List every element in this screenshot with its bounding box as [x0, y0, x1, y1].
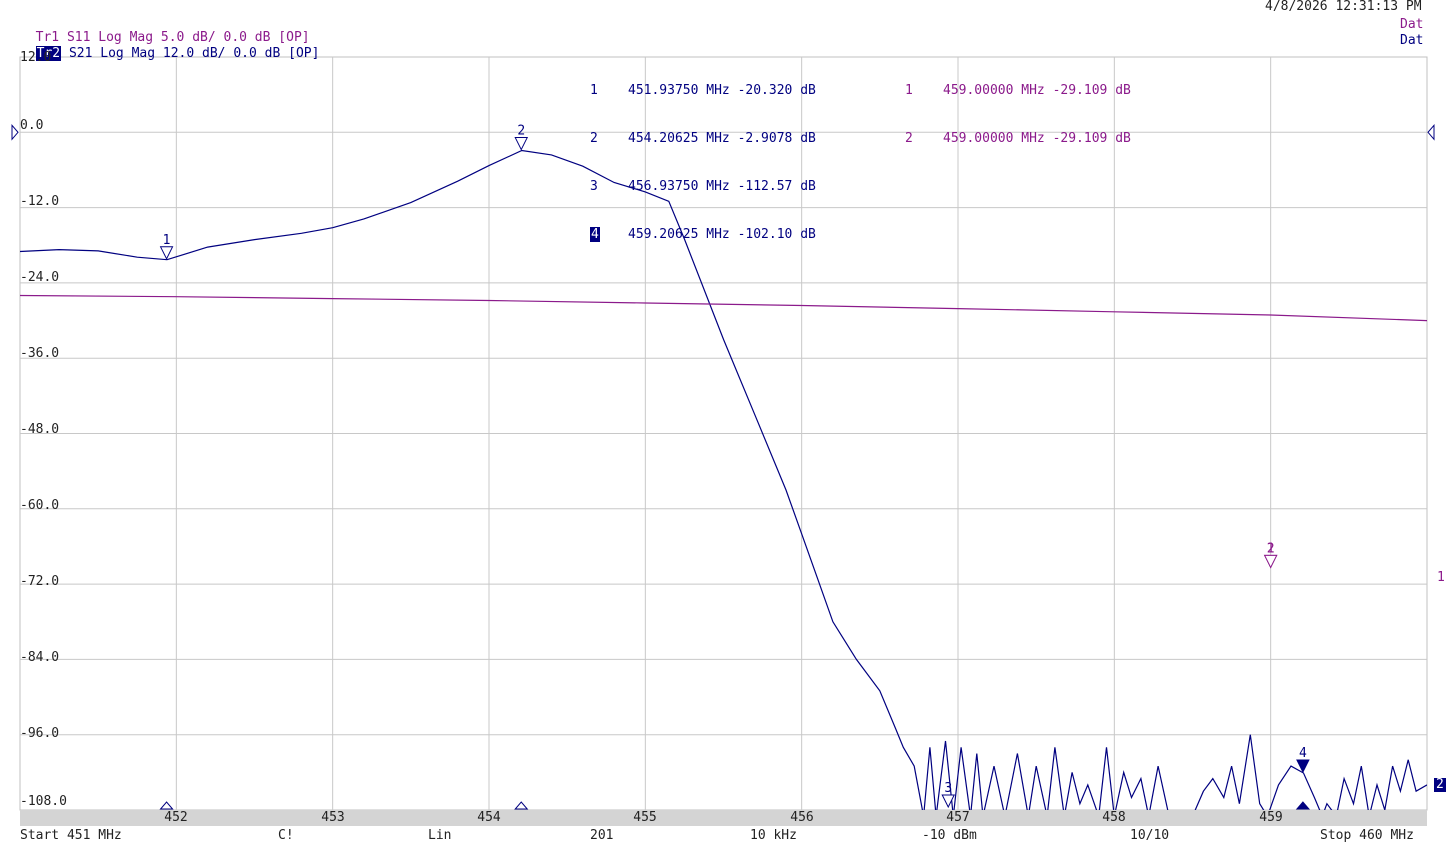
- trace2-status: Dat: [1400, 33, 1424, 48]
- marker-num: 3: [590, 179, 598, 194]
- y-tick-label: 12.0: [20, 50, 52, 65]
- y-tick-label: -108.0: [20, 794, 67, 809]
- marker-row: 1 451.93750 MHz -20.320 dB: [590, 83, 816, 99]
- marker-s21-1-label: 1: [163, 233, 171, 248]
- averaging[interactable]: 10/10: [1130, 828, 1169, 843]
- x-tick-label: 453: [321, 810, 345, 825]
- ref-arrow-right: [1427, 123, 1435, 141]
- marker-row: 3 456.93750 MHz -112.57 dB: [590, 179, 816, 195]
- y-tick-label: -36.0: [20, 346, 60, 361]
- y-tick-label: -96.0: [20, 726, 60, 741]
- marker-freq: 451.93750 MHz: [628, 83, 730, 98]
- datetime: 4/8/2026 12:31:13 PM: [1265, 0, 1422, 14]
- marker-val: -112.57 dB: [737, 179, 816, 194]
- series-line-s11: [20, 294, 1427, 322]
- x-tick-label: 459: [1259, 810, 1283, 825]
- marker-s21-3-label: 3: [944, 781, 952, 796]
- marker-s11-2-label: 2: [1267, 541, 1275, 556]
- ref-arrow-left: [11, 123, 19, 141]
- y-tick-label: -84.0: [20, 650, 60, 665]
- source-power[interactable]: -10 dBm: [922, 828, 977, 843]
- marker-num: 2: [905, 131, 913, 146]
- stimulus-marker: [159, 801, 174, 810]
- cal-status[interactable]: C!: [278, 828, 294, 843]
- if-bandwidth[interactable]: 10 kHz: [750, 828, 797, 843]
- x-tick-label: 452: [164, 810, 188, 825]
- sweep-points[interactable]: 201: [590, 828, 613, 843]
- y-tick-label: -48.0: [20, 422, 60, 437]
- x-tick-label: 455: [633, 810, 657, 825]
- marker-freq: 459.20625 MHz: [628, 227, 730, 242]
- y-tick-label: 0.0: [20, 118, 44, 133]
- sweep-stop[interactable]: Stop 460 MHz: [1320, 828, 1414, 843]
- x-axis-band: [20, 810, 1427, 826]
- sweep-start[interactable]: Start 451 MHz: [20, 828, 122, 843]
- stimulus-marker-active: [1295, 801, 1310, 810]
- marker-num-active: 4: [590, 227, 600, 242]
- trace2-ref-label: 2: [1434, 777, 1446, 792]
- marker-s11-2-triangle: [1263, 554, 1278, 569]
- marker-row: 2 454.20625 MHz -2.9078 dB: [590, 131, 816, 147]
- marker-val: -29.109 dB: [1052, 131, 1131, 146]
- marker-row: 4 459.20625 MHz -102.10 dB: [590, 227, 816, 243]
- marker-freq: 456.93750 MHz: [628, 179, 730, 194]
- trace1-ref-label: 1: [1437, 570, 1445, 585]
- marker-freq: 459.00000 MHz: [943, 83, 1045, 98]
- marker-s21-2-label: 2: [517, 124, 525, 139]
- marker-val: -102.10 dB: [737, 227, 816, 242]
- x-tick-label: 458: [1102, 810, 1126, 825]
- marker-num: 1: [905, 83, 913, 98]
- y-tick-label: -24.0: [20, 270, 60, 285]
- x-tick-label: 456: [790, 810, 814, 825]
- marker-row: 2 459.00000 MHz -29.109 dB: [905, 131, 1131, 147]
- marker-val: -29.109 dB: [1052, 83, 1131, 98]
- trace2-header[interactable]: Tr2 S21 Log Mag 12.0 dB/ 0.0 dB [OP]: [20, 33, 319, 61]
- marker-s21-1-triangle: [159, 246, 174, 260]
- y-tick-label: -12.0: [20, 194, 60, 209]
- y-tick-label: -60.0: [20, 498, 60, 513]
- stimulus-marker: [514, 801, 529, 810]
- trace2-desc: S21 Log Mag 12.0 dB/ 0.0 dB [OP]: [68, 46, 320, 61]
- marker-num: 2: [590, 131, 598, 146]
- marker-val: -2.9078 dB: [737, 131, 816, 146]
- marker-table-tr1: 1 459.00000 MHz -29.109 dB 2 459.00000 MHz…: [905, 51, 1131, 163]
- marker-num: 1: [590, 83, 598, 98]
- marker-val: -20.320 dB: [737, 83, 816, 98]
- marker-freq: 454.20625 MHz: [628, 131, 730, 146]
- y-tick-label: -72.0: [20, 574, 60, 589]
- marker-s21-2-triangle: [514, 137, 529, 151]
- trace1-status: Dat: [1400, 17, 1424, 32]
- marker-s21-4-label: 4: [1299, 746, 1307, 761]
- marker-row: 1 459.00000 MHz -29.109 dB: [905, 83, 1131, 99]
- x-tick-label: 454: [477, 810, 501, 825]
- marker-freq: 459.00000 MHz: [943, 131, 1045, 146]
- sweep-type[interactable]: Lin: [428, 828, 451, 843]
- marker-table-tr2: 1 451.93750 MHz -20.320 dB 2 454.20625 MHz…: [590, 51, 816, 259]
- x-tick-label: 457: [946, 810, 970, 825]
